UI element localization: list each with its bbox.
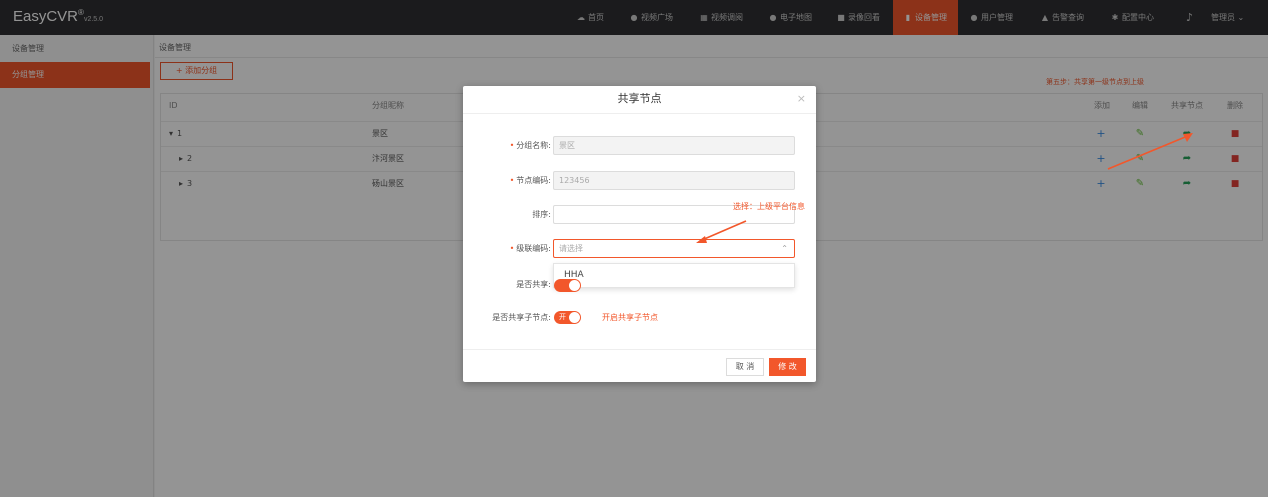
- group-name-input[interactable]: 景区: [553, 136, 795, 155]
- share-children-toggle[interactable]: 开: [554, 311, 581, 324]
- cascade-code-select[interactable]: 请选择 ⌃: [553, 239, 795, 258]
- sort-label: 排序:: [532, 210, 551, 219]
- dialog-title: 共享节点: [617, 92, 662, 105]
- cascade-option[interactable]: HHA: [553, 263, 795, 288]
- share-children-label: 是否共享子节点:: [492, 313, 551, 322]
- node-code-label: • 节点编码:: [509, 176, 551, 185]
- share-node-dialog: 共享节点 × • 分组名称: 景区 • 节点编码: 123456 排序: 选择：上级…: [463, 86, 816, 382]
- node-code-input[interactable]: 123456: [553, 171, 795, 190]
- toggle-knob: [569, 312, 580, 323]
- dialog-header-divider: [463, 113, 816, 114]
- cascade-code-label: • 级联编码:: [509, 244, 551, 253]
- cancel-button[interactable]: 取 消: [726, 358, 764, 376]
- chevron-up-icon: ⌃: [781, 244, 788, 253]
- group-name-label: • 分组名称:: [509, 141, 551, 150]
- shared-toggle[interactable]: [554, 279, 581, 292]
- select-hint-annotation: 选择：上级平台信息: [733, 202, 805, 211]
- toggle-knob: [569, 280, 580, 291]
- dialog-footer-divider: [463, 349, 816, 350]
- modify-button[interactable]: 修 改: [769, 358, 806, 376]
- close-icon[interactable]: ×: [797, 92, 806, 105]
- share-children-hint: 开启共享子节点: [602, 313, 658, 322]
- shared-label: 是否共享:: [516, 280, 551, 289]
